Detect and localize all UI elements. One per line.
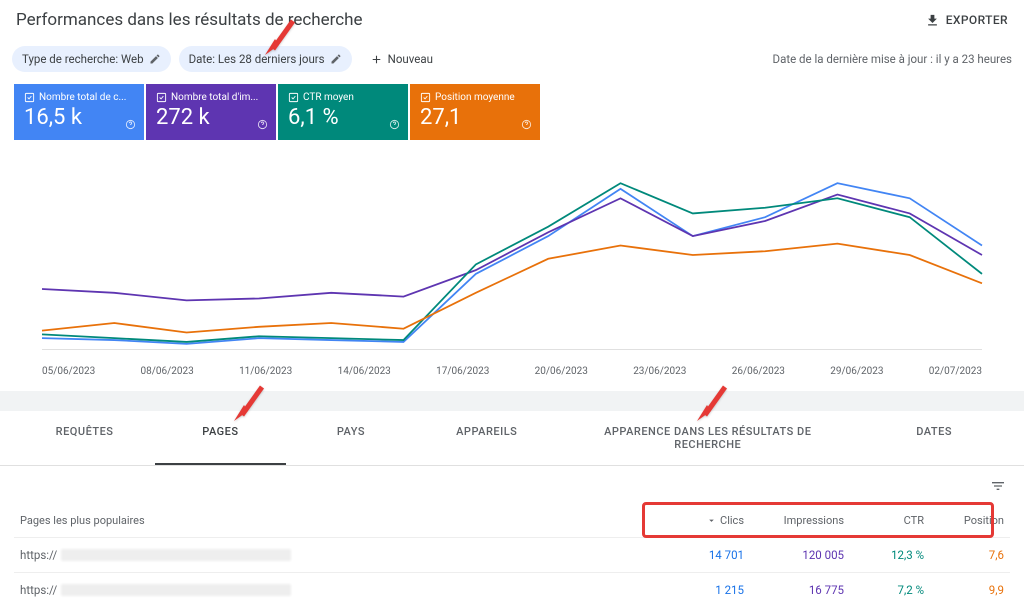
filter-chip-search-type[interactable]: Type de recherche: Web xyxy=(12,46,171,72)
help-icon[interactable] xyxy=(125,119,136,134)
help-icon[interactable] xyxy=(257,119,268,134)
x-tick-label: 17/06/2023 xyxy=(436,366,489,377)
export-button[interactable]: EXPORTER xyxy=(925,13,1008,28)
x-tick-label: 20/06/2023 xyxy=(535,366,588,377)
cell-ctr: 7,2 % xyxy=(844,583,924,597)
table-row[interactable]: https://14 701120 00512,3 %7,6 xyxy=(14,537,1010,572)
cell-position: 7,6 xyxy=(924,548,1004,562)
performance-chart: 05/06/2023 08/06/2023 11/06/2023 14/06/2023… xyxy=(0,144,1024,391)
tab-apparence[interactable]: APPARENCE DANS LES RÉSULTATS DE RECHERCH… xyxy=(557,411,858,465)
checkbox-checked-icon xyxy=(288,92,299,103)
tile-value: 6,1 % xyxy=(288,105,398,130)
cell-clicks: 14 701 xyxy=(654,548,744,562)
tab-dates[interactable]: DATES xyxy=(858,411,1010,465)
x-tick-label: 02/07/2023 xyxy=(929,366,982,377)
section-divider xyxy=(0,391,1024,411)
download-icon xyxy=(925,13,940,28)
new-label: Nouveau xyxy=(388,52,433,66)
page-title: Performances dans les résultats de reche… xyxy=(16,10,363,30)
pages-table: Pages les plus populaires Clics Impressi… xyxy=(0,466,1024,615)
page-header: Performances dans les résultats de reche… xyxy=(0,0,1024,38)
filter-bar: Type de recherche: Web Date: Les 28 dern… xyxy=(0,38,1024,84)
chart-canvas xyxy=(14,150,1010,360)
tab-appareils[interactable]: APPAREILS xyxy=(416,411,557,465)
help-icon[interactable] xyxy=(389,119,400,134)
x-tick-label: 29/06/2023 xyxy=(830,366,883,377)
x-tick-label: 11/06/2023 xyxy=(239,366,292,377)
cell-impressions: 16 775 xyxy=(744,583,844,597)
cell-clicks: 1 215 xyxy=(654,583,744,597)
x-tick-label: 05/06/2023 xyxy=(42,366,95,377)
chip-label: Date: Les 28 derniers jours xyxy=(189,52,325,66)
cell-position: 9,9 xyxy=(924,583,1004,597)
cell-ctr: 12,3 % xyxy=(844,548,924,562)
table-caption: Pages les plus populaires xyxy=(20,514,654,527)
filter-icon[interactable] xyxy=(990,478,1006,494)
chip-label: Type de recherche: Web xyxy=(22,52,144,66)
tile-value: 16,5 k xyxy=(24,105,134,130)
tile-clicks[interactable]: Nombre total de c... 16,5 k xyxy=(14,84,144,140)
table-row[interactable]: https://1 21516 7757,2 %9,9 xyxy=(14,572,1010,607)
tile-value: 272 k xyxy=(156,105,266,130)
pencil-icon xyxy=(149,53,161,65)
tile-value: 27,1 xyxy=(420,105,530,130)
last-update-text: Date de la dernière mise à jour : il y a… xyxy=(773,52,1012,66)
x-tick-label: 26/06/2023 xyxy=(732,366,785,377)
cell-url: https:// xyxy=(20,548,654,562)
tab-pays[interactable]: PAYS xyxy=(286,411,417,465)
checkbox-checked-icon xyxy=(156,92,167,103)
chart-x-axis-labels: 05/06/2023 08/06/2023 11/06/2023 14/06/2023… xyxy=(14,364,1010,377)
help-icon[interactable] xyxy=(521,119,532,134)
new-filter-button[interactable]: Nouveau xyxy=(360,46,443,72)
tab-pages[interactable]: PAGES xyxy=(155,411,286,465)
export-label: EXPORTER xyxy=(946,13,1008,27)
x-tick-label: 08/06/2023 xyxy=(141,366,194,377)
x-tick-label: 14/06/2023 xyxy=(338,366,391,377)
tab-requetes[interactable]: REQUÊTES xyxy=(14,411,155,465)
tile-position[interactable]: Position moyenne 27,1 xyxy=(410,84,540,140)
annotation-highlight-box xyxy=(642,502,994,538)
cell-impressions: 120 005 xyxy=(744,548,844,562)
filter-chip-date[interactable]: Date: Les 28 derniers jours xyxy=(179,46,352,72)
dimension-tabs: REQUÊTES PAGES PAYS APPAREILS APPARENCE … xyxy=(0,411,1024,466)
tile-ctr[interactable]: CTR moyen 6,1 % xyxy=(278,84,408,140)
metric-tiles: Nombre total de c... 16,5 k Nombre total… xyxy=(0,84,1024,144)
checkbox-checked-icon xyxy=(24,92,35,103)
plus-icon xyxy=(370,53,383,66)
x-tick-label: 23/06/2023 xyxy=(633,366,686,377)
pencil-icon xyxy=(330,53,342,65)
cell-url: https:// xyxy=(20,583,654,597)
checkbox-checked-icon xyxy=(420,92,431,103)
tile-impressions[interactable]: Nombre total d'im... 272 k xyxy=(146,84,276,140)
